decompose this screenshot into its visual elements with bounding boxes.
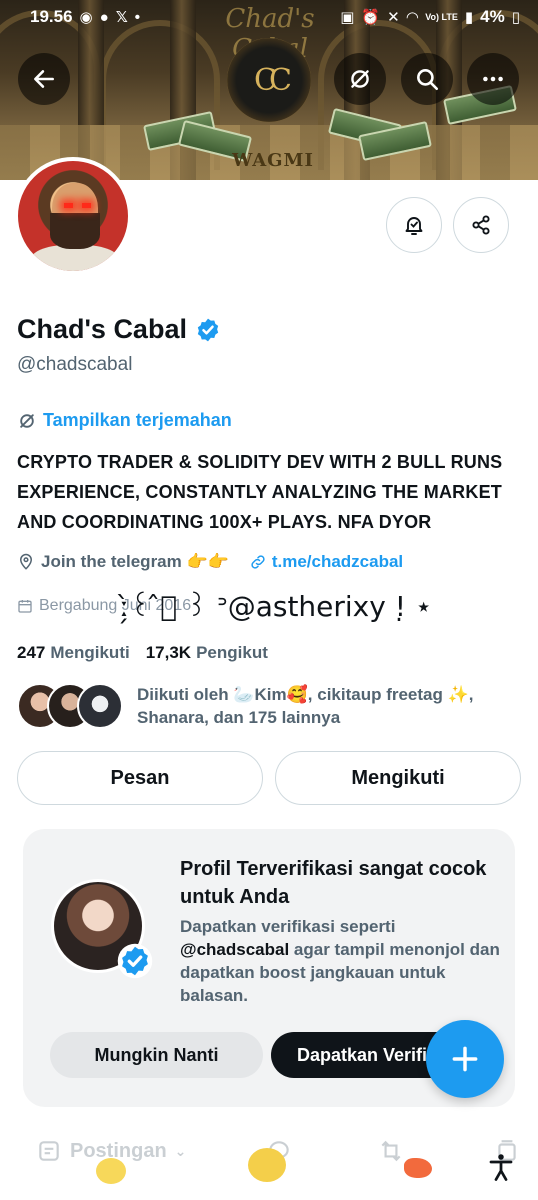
mute-icon: ✕ xyxy=(387,9,400,26)
followers-count[interactable]: 17,3K Pengikut xyxy=(146,643,268,663)
duck-sticker xyxy=(248,1148,286,1182)
following-label: Mengikuti xyxy=(50,643,130,662)
translate-icon xyxy=(20,413,34,428)
promo-desc-prefix: Dapatkan verifikasi seperti xyxy=(180,917,396,936)
followed-by-text: Diikuti oleh 🦢Kim🥰, cikitaup freetag ✨, … xyxy=(137,683,507,729)
promo-title: Profil Terverifikasi sangat cocok untuk … xyxy=(180,858,487,908)
share-icon xyxy=(472,215,490,235)
wifi-icon: ◠ xyxy=(406,9,419,26)
location-icon xyxy=(19,553,33,570)
follower-avatar xyxy=(77,683,123,729)
followed-by[interactable]: Diikuti oleh 🦢Kim🥰, cikitaup freetag ✨, … xyxy=(17,683,507,729)
avatar-laser-eye xyxy=(82,203,91,208)
status-bar: 19.56 ◉ ● 𝕏 • ▣ ⏰ ✕ ◠ Vo) LTE ▮ 4% ▯ xyxy=(0,0,538,34)
avatar-beard xyxy=(50,213,100,249)
compose-fab[interactable] xyxy=(426,1020,504,1098)
promo-desc-handle: @chadscabal xyxy=(180,940,290,959)
profile-avatar[interactable] xyxy=(14,157,132,275)
promo-description: Dapatkan verifikasi seperti @chadscabal … xyxy=(180,915,500,1007)
following-button[interactable]: Mengikuti xyxy=(275,751,521,805)
followers-label: Pengikut xyxy=(196,643,268,662)
emblem-monogram: CC xyxy=(254,62,292,98)
avatar-body xyxy=(30,245,120,271)
network-label: Vo) LTE xyxy=(425,11,458,22)
profile-link[interactable]: t.me/chadzcabal xyxy=(249,552,403,572)
plus-icon xyxy=(452,1046,478,1072)
followed-by-line: Diikuti oleh 🦢Kim🥰, cikitaup freetag ✨, xyxy=(137,685,474,704)
following-number: 247 xyxy=(17,643,46,662)
bell-icon xyxy=(405,217,423,235)
duck-sticker xyxy=(96,1158,126,1184)
translate-label: Tampilkan terjemahan xyxy=(43,410,232,430)
bio-line: EXPERIENCE, CONSTANTLY ANALYZING THE MAR… xyxy=(17,482,502,502)
verified-badge-icon xyxy=(117,943,153,979)
battery-icon: ▯ xyxy=(511,9,520,26)
fish-sticker xyxy=(404,1158,432,1178)
message-button[interactable]: Pesan xyxy=(17,751,263,805)
verified-badge-icon[interactable] xyxy=(195,317,221,343)
link-icon xyxy=(251,555,265,569)
display-name: Chad's Cabal xyxy=(17,314,221,345)
profile-handle: @chadscabal xyxy=(17,354,133,375)
banner-subtitle: WAGMI xyxy=(232,150,314,171)
back-arrow-icon xyxy=(34,70,54,88)
chevron-down-icon: ⌄ xyxy=(174,1142,187,1159)
avatar-laser-eye xyxy=(64,203,73,208)
more-icon xyxy=(483,76,503,82)
whatsapp-icon: ◉ xyxy=(79,9,93,26)
battery-saver-icon: ▣ xyxy=(340,9,355,26)
status-time: 19.56 xyxy=(30,7,73,26)
accessibility-icon[interactable] xyxy=(486,1152,516,1182)
bio-line: CRYPTO TRADER & SOLIDITY DEV WITH 2 BULL… xyxy=(17,452,503,472)
following-count[interactable]: 247 Mengikuti xyxy=(17,643,130,663)
x-app-icon: 𝕏 xyxy=(115,9,128,26)
translate-banner-button[interactable] xyxy=(334,53,386,105)
calendar-icon xyxy=(18,600,32,613)
notification-button[interactable] xyxy=(386,197,442,253)
chat-icon: ● xyxy=(99,8,109,26)
profile-link-text: t.me/chadzcabal xyxy=(271,552,404,571)
share-button[interactable] xyxy=(453,197,509,253)
tab-reposts[interactable] xyxy=(378,1138,404,1164)
followed-by-line: Shanara, dan 175 lainnya xyxy=(137,708,341,727)
follow-counts: 247 Mengikuti 17,3K Pengikut xyxy=(17,643,268,663)
translate-bio-link[interactable]: Tampilkan terjemahan xyxy=(17,410,232,431)
profile-bio: CRYPTO TRADER & SOLIDITY DEV WITH 2 BULL… xyxy=(17,447,527,537)
overlay-watermark-text: ː̗̀꒰ ̂⃝ ꒱ ᐣ@astherixy !̣ ⋆ xyxy=(120,590,433,623)
bio-line: AND COORDINATING 100X+ PLAYS. NFA DYOR xyxy=(17,512,432,532)
maybe-later-button[interactable]: Mungkin Nanti xyxy=(50,1032,263,1078)
dot-icon: • xyxy=(134,8,141,26)
profile-meta: Join the telegram 👉👉 t.me/chadzcabal xyxy=(17,552,403,572)
posts-icon xyxy=(39,1141,59,1161)
banner-emblem: CC xyxy=(227,38,311,122)
alarm-icon: ⏰ xyxy=(361,9,381,26)
battery-level: 4% xyxy=(480,7,505,26)
search-button[interactable] xyxy=(401,53,453,105)
back-button[interactable] xyxy=(18,53,70,105)
repost-icon xyxy=(381,1140,401,1162)
search-icon xyxy=(417,69,439,91)
signal-icon: ▮ xyxy=(464,9,474,26)
location-text: Join the telegram 👉👉 xyxy=(41,552,229,571)
more-button[interactable] xyxy=(467,53,519,105)
followers-number: 17,3K xyxy=(145,643,192,662)
translate-icon xyxy=(351,70,369,88)
display-name-text: Chad's Cabal xyxy=(17,314,187,344)
